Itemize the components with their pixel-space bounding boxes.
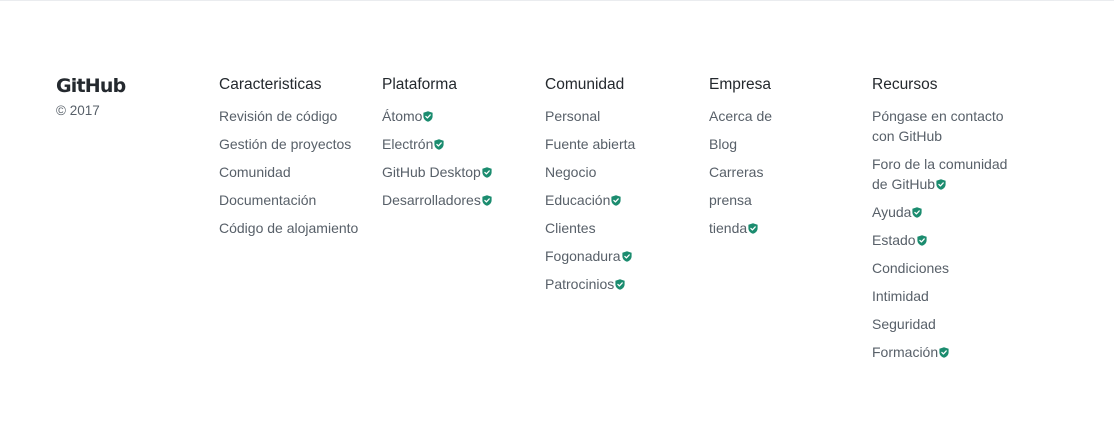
footer-list-item: Carreras — [709, 162, 859, 182]
footer-list-item: Electrón — [382, 134, 532, 154]
footer-list-item: Fuente abierta — [545, 134, 695, 154]
footer-list-item: Blog — [709, 134, 859, 154]
shield-check-icon — [912, 207, 923, 218]
shield-check-icon — [482, 167, 492, 178]
footer-link[interactable]: Formación — [872, 344, 938, 360]
footer-list-item: prensa — [709, 190, 859, 210]
top-divider — [0, 0, 1114, 1]
shield-check-icon — [748, 223, 758, 234]
footer-link[interactable]: Gestión de proyectos — [219, 136, 351, 152]
footer-list-item: Acerca de — [709, 106, 859, 126]
footer-list-item: Educación — [545, 190, 695, 210]
copyright-text: © 2017 — [56, 103, 100, 118]
column-link-list: Átomo Electrón GitHub Desktop Desarrollador… — [382, 106, 532, 210]
column-title: Comunidad — [545, 76, 625, 93]
footer-link[interactable]: Patrocinios — [545, 276, 614, 292]
footer-link[interactable]: Seguridad — [872, 316, 936, 332]
footer-link[interactable]: Clientes — [545, 220, 596, 236]
footer-list-item: Condiciones — [872, 258, 1022, 278]
footer-list-item: Código de alojamiento — [219, 218, 369, 238]
footer-list-item: Personal — [545, 106, 695, 126]
footer-list-item: Ayuda — [872, 202, 1022, 222]
shield-check-icon — [936, 179, 946, 190]
footer-link[interactable]: Blog — [709, 136, 737, 152]
column-link-list: Revisión de código Gestión de proyectos Co… — [219, 106, 369, 238]
footer-list-item: Comunidad — [219, 162, 369, 182]
column-link-list: Acerca de Blog Carreras prensa tienda — [709, 106, 859, 238]
shield-check-icon — [615, 279, 625, 290]
footer-link[interactable]: Electrón — [382, 136, 433, 152]
column-link-list: Personal Fuente abierta Negocio Educación Cl… — [545, 106, 695, 294]
shield-check-icon — [939, 347, 949, 358]
footer-link[interactable]: Fogonadura — [545, 248, 621, 264]
shield-check-icon — [482, 195, 492, 206]
footer-brand: GitHub © 2017 — [56, 75, 196, 119]
footer-list-item: Intimidad — [872, 286, 1022, 306]
footer-link[interactable]: Intimidad — [872, 288, 929, 304]
column-title: Caracteristicas — [219, 76, 322, 93]
footer-list-item: tienda — [709, 218, 859, 238]
footer-link[interactable]: Desarrolladores — [382, 192, 481, 208]
footer-link[interactable]: Estado — [872, 232, 916, 248]
footer-link[interactable]: Fuente abierta — [545, 136, 635, 152]
footer-column-recursos: Recursos Póngase en contacto con GitHub F… — [872, 75, 1022, 370]
footer-list-item: Clientes — [545, 218, 695, 238]
footer-link[interactable]: prensa — [709, 192, 752, 208]
footer-link[interactable]: Condiciones — [872, 260, 949, 276]
footer-list-item: Desarrolladores — [382, 190, 532, 210]
footer-link[interactable]: Carreras — [709, 164, 763, 180]
footer-link[interactable]: Comunidad — [219, 164, 291, 180]
footer-list-item: Foro de la comunidad de GitHub — [872, 154, 1022, 194]
shield-check-icon — [611, 195, 621, 206]
footer-list-item: Póngase en contacto con GitHub — [872, 106, 1022, 146]
footer-list-item: Fogonadura — [545, 246, 695, 266]
footer-list-item: Átomo — [382, 106, 532, 126]
footer-link[interactable]: tienda — [709, 220, 747, 236]
footer-list-item: GitHub Desktop — [382, 162, 532, 182]
footer-list-item: Gestión de proyectos — [219, 134, 369, 154]
column-link-list: Póngase en contacto con GitHub Foro de la… — [872, 106, 1022, 362]
footer-link[interactable]: Ayuda — [872, 204, 911, 220]
footer-list-item: Patrocinios — [545, 274, 695, 294]
shield-check-icon — [621, 251, 632, 262]
footer-link[interactable]: Educación — [545, 192, 610, 208]
footer-link[interactable]: Átomo — [382, 108, 422, 124]
footer-list-item: Seguridad — [872, 314, 1022, 334]
shield-check-icon — [916, 235, 927, 246]
footer-column-caracteristicas: Caracteristicas Revisión de código Gestió… — [219, 75, 369, 246]
footer-link[interactable]: Documentación — [219, 192, 316, 208]
footer-link[interactable]: Negocio — [545, 164, 596, 180]
github-logo[interactable]: GitHub — [56, 75, 196, 97]
footer-link[interactable]: Acerca de — [709, 108, 772, 124]
shield-check-icon — [434, 139, 444, 150]
footer-link[interactable]: Revisión de código — [219, 108, 337, 124]
footer-column-comunidad: Comunidad Personal Fuente abierta Negocio E… — [545, 75, 695, 302]
shield-check-icon — [423, 111, 434, 122]
footer-list-item: Estado — [872, 230, 1022, 250]
footer-link[interactable]: Código de alojamiento — [219, 220, 358, 236]
footer-list-item: Revisión de código — [219, 106, 369, 126]
footer-list-item: Formación — [872, 342, 1022, 362]
footer-column-plataforma: Plataforma Átomo Electrón GitHub Desktop De… — [382, 75, 532, 218]
site-footer: GitHub © 2017 Caracteristicas Revisión d… — [56, 75, 1096, 375]
footer-column-empresa: Empresa Acerca de Blog Carreras prensa tiend… — [709, 75, 859, 246]
column-title: Plataforma — [382, 76, 457, 93]
footer-list-item: Documentación — [219, 190, 369, 210]
column-title: Empresa — [709, 76, 772, 93]
footer-link[interactable]: GitHub Desktop — [382, 164, 481, 180]
column-title: Recursos — [872, 76, 938, 93]
footer-link[interactable]: Póngase en contacto con GitHub — [872, 108, 1004, 144]
footer-list-item: Negocio — [545, 162, 695, 182]
footer-link[interactable]: Personal — [545, 108, 600, 124]
